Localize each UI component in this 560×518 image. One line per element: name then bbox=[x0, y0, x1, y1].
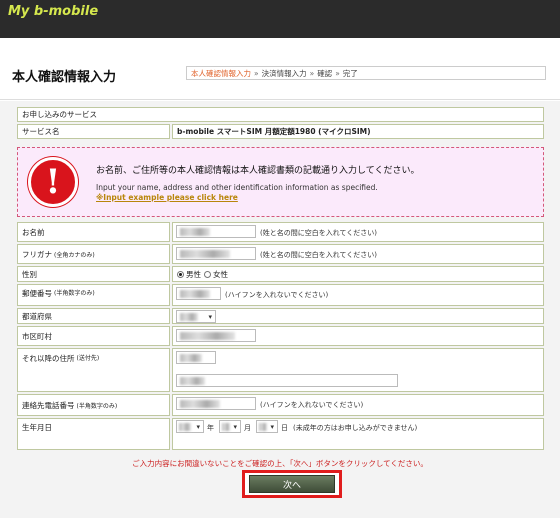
name-hint: (姓と名の間に空白を入れてください) bbox=[260, 229, 378, 237]
postal-hint: (ハイフンを入れないでください) bbox=[225, 291, 329, 299]
confirm-notice: ご入力内容にお間違いないことをご確認の上、「次へ」ボタンをクリックしてください。 bbox=[132, 459, 428, 468]
step-2: 決済情報入力 bbox=[261, 68, 307, 78]
chevron-down-icon: ▾ bbox=[196, 422, 200, 431]
postal-input[interactable] bbox=[176, 287, 221, 300]
postal-label: 郵便番号 (半角数字のみ) bbox=[17, 284, 170, 306]
service-value: b-mobile スマートSIM 月額定額1980 (マイクロSIM) bbox=[172, 124, 544, 139]
service-label: サービス名 bbox=[17, 124, 170, 139]
chevron-down-icon: ▾ bbox=[208, 312, 212, 321]
birth-month-unit: 月 bbox=[244, 424, 251, 432]
chevron-down-icon: ▾ bbox=[270, 422, 274, 431]
address-input-2[interactable] bbox=[176, 374, 398, 387]
prefecture-label: 都道府県 bbox=[17, 308, 170, 324]
name-label: お名前 bbox=[17, 222, 170, 242]
gender-female-label: 女性 bbox=[213, 269, 228, 279]
phone-hint: (ハイフンを入れないでください) bbox=[260, 401, 364, 409]
birth-day-unit: 日 bbox=[281, 424, 288, 432]
gender-male-radio[interactable] bbox=[177, 270, 184, 278]
step-separator: » bbox=[309, 68, 315, 78]
birth-year-unit: 年 bbox=[207, 424, 214, 432]
address-input-1[interactable] bbox=[176, 351, 216, 364]
warning-text-jp: お名前、ご住所等の本人確認情報は本人確認書類の記載通り入力してください。 bbox=[96, 166, 420, 176]
city-label: 市区町村 bbox=[17, 326, 170, 346]
birthday-label: 生年月日 bbox=[17, 418, 170, 450]
top-bar: My b-mobile bbox=[0, 0, 560, 38]
address-label: それ以降の住所 (送付先) bbox=[17, 348, 170, 392]
step-4: 完了 bbox=[342, 68, 358, 78]
brand-logo[interactable]: My b-mobile bbox=[8, 4, 98, 19]
warning-text-en: Input your name, address and other ident… bbox=[96, 183, 378, 192]
phone-label: 連絡先電話番号 (半角数字のみ) bbox=[17, 394, 170, 416]
birthday-hint: (未成年の方はお申し込みができません) bbox=[293, 424, 418, 432]
city-input[interactable] bbox=[176, 329, 256, 342]
gender-female-radio[interactable] bbox=[204, 270, 211, 278]
gender-row: 男性 女性 bbox=[172, 266, 544, 282]
step-progress: 本人確認情報入力 » 決済情報入力 » 確認 » 完了 bbox=[186, 66, 546, 80]
step-1: 本人確認情報入力 bbox=[191, 68, 251, 78]
prefecture-select[interactable]: ▾ bbox=[176, 310, 216, 323]
next-button-highlight: 次へ bbox=[242, 470, 342, 498]
birth-year-select[interactable]: ▾ bbox=[176, 420, 204, 433]
step-separator: » bbox=[335, 68, 340, 78]
phone-input[interactable] bbox=[176, 397, 256, 410]
warning-box: ! お名前、ご住所等の本人確認情報は本人確認書類の記載通り入力してください。 I… bbox=[17, 147, 544, 217]
furigana-hint: (姓と名の間に空白を入れてください) bbox=[260, 251, 378, 259]
section-header: お申し込みのサービス bbox=[17, 107, 544, 122]
furigana-label: フリガナ (全角カナのみ) bbox=[17, 244, 170, 264]
name-input[interactable] bbox=[176, 225, 256, 238]
gender-male-label: 男性 bbox=[186, 269, 201, 279]
next-button[interactable]: 次へ bbox=[249, 475, 335, 493]
exclamation-icon: ! bbox=[28, 157, 78, 207]
step-separator: » bbox=[254, 68, 259, 78]
prefecture-row bbox=[172, 308, 544, 324]
input-example-link[interactable]: ※Input example please click here bbox=[96, 193, 238, 202]
chevron-down-icon: ▾ bbox=[233, 422, 237, 431]
birth-day-select[interactable]: ▾ bbox=[256, 420, 278, 433]
page-title: 本人確認情報入力 bbox=[12, 70, 117, 85]
birth-month-select[interactable]: ▾ bbox=[219, 420, 241, 433]
gender-label: 性別 bbox=[17, 266, 170, 282]
furigana-input[interactable] bbox=[176, 247, 256, 260]
step-3: 確認 bbox=[317, 68, 333, 78]
